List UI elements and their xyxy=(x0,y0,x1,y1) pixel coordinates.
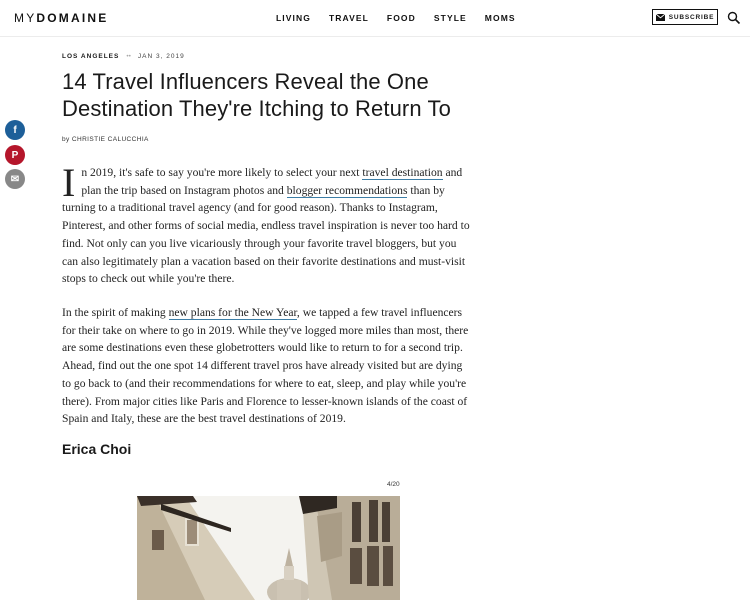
logo-domaine: DOMAINE xyxy=(36,11,109,25)
nav-item-moms[interactable]: MOMS xyxy=(485,13,516,23)
nav-item-living[interactable]: LIVING xyxy=(276,13,311,23)
facebook-share-button[interactable]: f xyxy=(5,120,25,140)
nav-item-style[interactable]: STYLE xyxy=(434,13,467,23)
article-meta: LOS ANGELES •• JAN 3, 2019 xyxy=(62,53,185,60)
logo-my: MY xyxy=(14,11,37,25)
article-title: 14 Travel Influencers Reveal the One Des… xyxy=(62,69,451,121)
article-photo[interactable] xyxy=(137,496,400,600)
main-nav: LIVING TRAVEL FOOD STYLE MOMS xyxy=(276,13,534,23)
article-paragraph: In 2019, it's safe to say you're more li… xyxy=(62,160,474,288)
travel-destination-link[interactable]: travel destination xyxy=(362,166,443,180)
email-share-button[interactable]: ✉ xyxy=(5,169,25,189)
section-heading: Erica Choi xyxy=(62,441,132,457)
nav-item-travel[interactable]: TRAVEL xyxy=(329,13,369,23)
email-icon: ✉ xyxy=(10,173,20,185)
article-location[interactable]: LOS ANGELES xyxy=(62,53,119,60)
article-date: JAN 3, 2019 xyxy=(137,53,185,60)
author-link[interactable]: CHRISTIE CALUCCHIA xyxy=(72,136,149,143)
pinterest-share-button[interactable]: P xyxy=(5,145,25,165)
subscribe-button[interactable]: SUBSCRIBE xyxy=(652,9,718,25)
meta-separator: •• xyxy=(126,53,131,60)
site-header: MYDOMAINE LIVING TRAVEL FOOD STYLE MOMS … xyxy=(0,0,750,37)
byline-prefix: by xyxy=(62,136,72,143)
paragraph-text: , we tapped a few travel influencers for… xyxy=(62,306,469,426)
paragraph-text: In the spirit of making xyxy=(62,306,169,319)
site-logo[interactable]: MYDOMAINE xyxy=(14,11,108,25)
search-icon[interactable] xyxy=(727,11,741,25)
envelope-icon xyxy=(655,13,665,21)
nav-item-food[interactable]: FOOD xyxy=(387,13,416,23)
blogger-recommendations-link[interactable]: blogger recommendations xyxy=(286,183,408,198)
facebook-icon: f xyxy=(13,124,17,136)
byline: by CHRISTIE CALUCCHIA xyxy=(62,136,149,143)
drop-cap: I xyxy=(62,160,76,205)
paragraph-text: n 2019, it's safe to say you're more lik… xyxy=(81,166,363,179)
paragraph-text: than by turning to a traditional travel … xyxy=(62,183,470,286)
slide-counter: 4/20 xyxy=(387,481,400,488)
new-year-plans-link[interactable]: new plans for the New Year xyxy=(168,306,297,320)
street-photo-illustration xyxy=(137,496,400,600)
article-paragraph: In the spirit of making new plans for th… xyxy=(62,304,474,428)
subscribe-label: SUBSCRIBE xyxy=(668,13,715,21)
pinterest-icon: P xyxy=(11,149,19,161)
